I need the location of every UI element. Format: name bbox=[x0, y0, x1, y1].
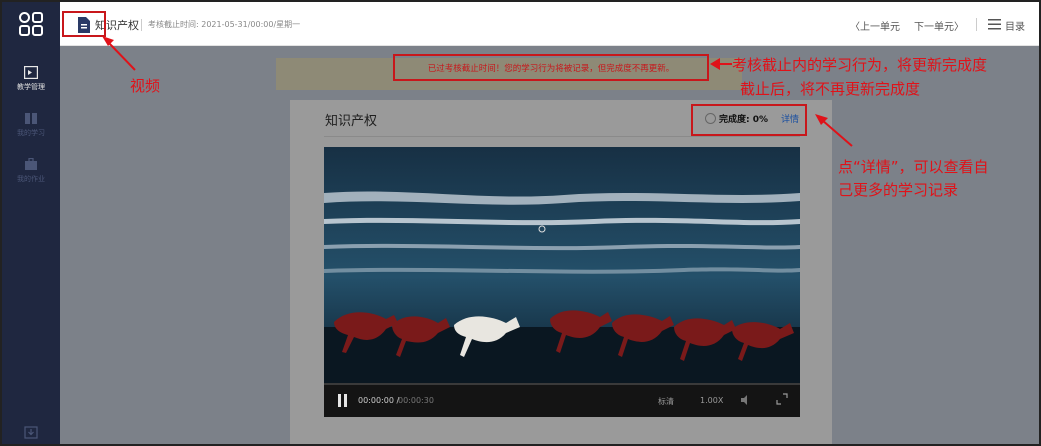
sidebar-item-label: 我的作业 bbox=[17, 175, 45, 183]
sidebar-item-my-homework[interactable]: 我的作业 bbox=[2, 158, 60, 184]
book-icon bbox=[25, 113, 37, 124]
briefcase-icon bbox=[25, 158, 37, 170]
next-unit-button[interactable]: 下一单元〉 bbox=[914, 18, 964, 33]
prev-unit-button[interactable]: 〈上一单元 bbox=[850, 18, 900, 33]
page-title: 知识产权 bbox=[325, 114, 378, 129]
sidebar: 教学管理 我的学习 我的作业 bbox=[2, 46, 60, 444]
speed-button[interactable]: 1.00X bbox=[700, 396, 723, 405]
sidebar-item-label: 我的学习 bbox=[17, 129, 45, 137]
annotation-detail-line-1: 点“详情”，可以查看自 bbox=[838, 158, 989, 176]
fullscreen-icon[interactable] bbox=[776, 393, 788, 405]
highlight-box bbox=[691, 104, 807, 136]
teaching-management-icon bbox=[24, 66, 38, 79]
quality-button[interactable]: 标清 bbox=[658, 396, 674, 407]
sidebar-item-teaching-management[interactable]: 教学管理 bbox=[2, 66, 60, 92]
sidebar-item-label: 教学管理 bbox=[17, 83, 45, 91]
annotation-video: 视频 bbox=[130, 77, 161, 95]
sidebar-item-my-learning[interactable]: 我的学习 bbox=[2, 112, 60, 138]
video-controls: 00:00:00 / 00:00:30 标清 1.00X bbox=[324, 383, 800, 417]
screenshot-frame: 知识产权 考核截止时间: 2021-05-31/00:00/星期一 〈上一单元 … bbox=[0, 0, 1041, 446]
download-icon bbox=[24, 426, 38, 439]
content-panel: 知识产权 完成度: 0% 详情 00:00:00 / 00:00:30 标清 1… bbox=[290, 100, 832, 444]
highlight-box bbox=[62, 11, 106, 37]
notice-text: 已过考核截止时间！您的学习行为将被记录，但完成度不再更新。 bbox=[427, 64, 675, 74]
video-frame-image bbox=[324, 147, 800, 383]
video-player[interactable]: 00:00:00 / 00:00:30 标清 1.00X bbox=[324, 147, 800, 417]
volume-icon[interactable] bbox=[740, 394, 752, 406]
divider bbox=[976, 18, 977, 31]
grid-logo-icon[interactable] bbox=[2, 2, 60, 46]
video-seekbar[interactable] bbox=[324, 383, 800, 385]
pause-icon[interactable] bbox=[338, 394, 348, 407]
video-total-time: 00:00:30 bbox=[398, 396, 434, 405]
deadline-notice: 已过考核截止时间！您的学习行为将被记录，但完成度不再更新。 bbox=[393, 54, 709, 81]
sidebar-item-download[interactable] bbox=[2, 426, 60, 439]
deadline-text: 考核截止时间: 2021-05-31/00:00/星期一 bbox=[148, 20, 301, 29]
table-of-contents-button[interactable]: 目录 bbox=[1005, 18, 1025, 33]
list-icon[interactable] bbox=[988, 19, 1001, 30]
top-bar: 知识产权 考核截止时间: 2021-05-31/00:00/星期一 〈上一单元 … bbox=[2, 2, 1039, 46]
annotation-deadline-line-1: 考核截止内的学习行为，将更新完成度 bbox=[732, 56, 988, 74]
video-current-time: 00:00:00 / bbox=[358, 396, 400, 405]
divider bbox=[141, 19, 142, 31]
annotation-detail-line-2: 己更多的学习记录 bbox=[838, 181, 959, 199]
annotation-deadline-line-2: 截止后，将不再更新完成度 bbox=[740, 80, 921, 98]
divider bbox=[324, 136, 800, 137]
main-content: 知识产权 完成度: 0% 详情 00:00:00 / 00:00:30 标清 1… bbox=[60, 46, 1039, 444]
